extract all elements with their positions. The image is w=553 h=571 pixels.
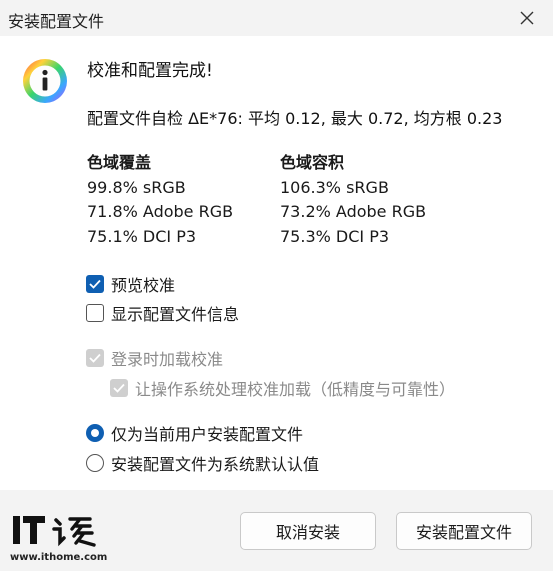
install-profile-button[interactable]: 安装配置文件 [396,512,532,550]
dialog-heading: 校准和配置完成! [87,61,213,81]
os-handles-calibration-checkbox: 让操作系统处理校准加载（低精度与可靠性） [110,376,455,400]
gamut-volume-value: 106.3% sRGB [280,177,389,197]
show-profile-info-label: 显示配置文件信息 [111,305,240,324]
gamut-coverage: 色域覆盖 99.8% sRGB 71.8% Adobe RGB 75.1% DC… [87,151,233,249]
gamut-volume-value: 75.3% DCI P3 [280,226,390,246]
load-calibration-on-login-checkbox: 登录时加载校准 [86,346,223,370]
dialog-footer: www.ithome.com 取消安装 安装配置文件 [0,490,553,571]
gamut-coverage-value: 99.8% sRGB [87,177,186,197]
os-handles-calibration-label: 让操作系统处理校准加载（低精度与可靠性） [135,380,456,399]
ithome-watermark: www.ithome.com [10,512,107,563]
dialog-content: 校准和配置完成! 配置文件自检 ΔE*76: 平均 0.12, 最大 0.72,… [0,36,553,490]
checkbox-disabled-icon [110,379,128,397]
gamut-volume-title: 色域容积 [280,153,345,172]
install-system-default-radio[interactable]: 安装配置文件为系统默认认值 [86,451,319,475]
install-current-user-radio[interactable]: 仅为当前用户安装配置文件 [86,421,303,445]
watermark-url: www.ithome.com [10,552,108,563]
gamut-volume: 色域容积 106.3% sRGB 73.2% Adobe RGB 75.3% D… [280,151,426,249]
close-icon [520,11,534,25]
gamut-coverage-value: 71.8% Adobe RGB [87,202,234,221]
install-system-default-label: 安装配置文件为系统默认认值 [111,455,320,474]
preview-calibration-label: 预览校准 [111,276,176,295]
checkbox-unchecked-icon [86,304,104,322]
gamut-coverage-title: 色域覆盖 [87,153,152,172]
radio-selected-icon [86,424,104,442]
show-profile-info-checkbox[interactable]: 显示配置文件信息 [86,301,239,325]
preview-calibration-checkbox[interactable]: 预览校准 [86,272,175,296]
close-button[interactable] [511,4,543,32]
profile-check-summary: 配置文件自检 ΔE*76: 平均 0.12, 最大 0.72, 均方根 0.23 [87,109,503,128]
gamut-volume-value: 73.2% Adobe RGB [280,202,427,221]
checkbox-checked-icon [86,275,104,293]
gamut-coverage-value: 75.1% DCI P3 [87,226,197,246]
title-bar: 安装配置文件 [0,0,553,36]
load-calibration-on-login-label: 登录时加载校准 [111,350,224,369]
checkbox-disabled-icon [86,349,104,367]
info-icon [23,59,67,103]
cancel-install-button[interactable]: 取消安装 [240,512,376,550]
radio-unselected-icon [86,454,104,472]
ithome-logo-icon [13,516,96,547]
install-current-user-label: 仅为当前用户安装配置文件 [111,425,304,444]
window-title: 安装配置文件 [8,12,105,31]
